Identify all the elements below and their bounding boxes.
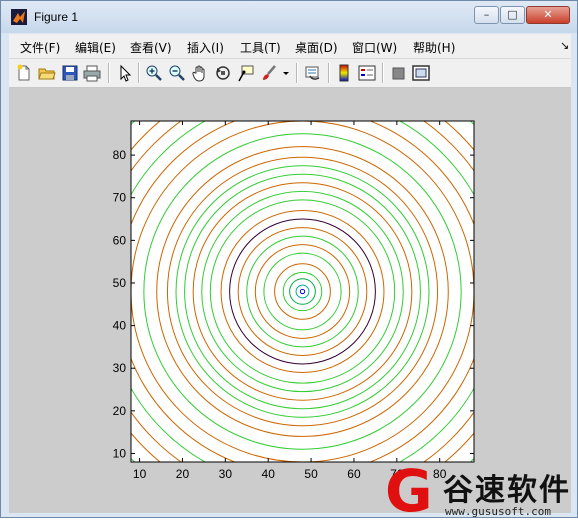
toolbar-separator <box>138 63 140 83</box>
x-tick-label: 30 <box>219 467 233 481</box>
menu-window[interactable]: 窗口(W) <box>352 39 397 56</box>
menu-bar: 文件(F) 编辑(E) 查看(V) 插入(I) 工具(T) 桌面(D) 窗口(W… <box>9 34 571 59</box>
contour-plot[interactable]: 10 20 30 40 50 60 70 801020304050607080 <box>9 88 571 513</box>
menu-insert[interactable]: 插入(I) <box>187 39 224 56</box>
menu-file[interactable]: 文件(F) <box>20 39 60 56</box>
zoom-in-icon[interactable] <box>145 64 163 82</box>
y-tick-label: 20 <box>113 404 127 418</box>
y-tick-label: 80 <box>113 148 127 162</box>
colorbar-icon[interactable] <box>335 64 353 82</box>
close-button[interactable]: ✕ <box>526 6 570 24</box>
figure-canvas: 10 20 30 40 50 60 70 80 10 20 30 40 50 60 70 80 <box>9 88 571 513</box>
menu-tools[interactable]: 工具(T) <box>240 39 281 56</box>
legend-icon[interactable] <box>358 64 376 82</box>
zoom-out-icon[interactable] <box>168 64 186 82</box>
toolbar-separator <box>108 63 110 83</box>
dock-figure-icon[interactable]: ↘ <box>560 39 569 52</box>
y-tick-label: 40 <box>113 319 127 333</box>
x-tick-label: 40 <box>262 467 276 481</box>
matlab-logo-icon <box>11 9 27 25</box>
data-cursor-icon[interactable] <box>237 64 255 82</box>
menu-help[interactable]: 帮助(H) <box>413 39 455 56</box>
x-tick-label: 50 <box>304 467 318 481</box>
show-plot-tools-icon[interactable] <box>412 64 430 82</box>
link-plot-icon[interactable] <box>304 64 322 82</box>
edit-plot-arrow-icon[interactable] <box>116 64 134 82</box>
brush-dropdown-icon[interactable] <box>281 64 291 82</box>
menu-view[interactable]: 查看(V) <box>130 39 172 56</box>
y-tick-label: 50 <box>113 276 127 290</box>
maximize-button[interactable]: □ <box>500 6 525 24</box>
watermark: G 谷速软件 www.gususoft.com <box>383 457 578 523</box>
axes-background <box>131 121 474 462</box>
y-tick-label: 30 <box>113 361 127 375</box>
watermark-url: www.gususoft.com <box>445 505 551 518</box>
new-figure-icon[interactable] <box>15 64 33 82</box>
watermark-text: 谷速软件 <box>443 473 571 508</box>
toolbar-separator <box>382 63 384 83</box>
print-icon[interactable] <box>83 64 101 82</box>
y-tick-label: 60 <box>113 233 127 247</box>
menu-edit[interactable]: 编辑(E) <box>75 39 116 56</box>
toolbar-separator <box>296 63 298 83</box>
x-tick-label: 20 <box>176 467 190 481</box>
y-tick-label: 70 <box>113 191 127 205</box>
save-icon[interactable] <box>61 64 79 82</box>
svg-text:G: G <box>385 463 433 519</box>
figure-toolbar <box>9 59 571 88</box>
rotate-3d-icon[interactable] <box>214 64 232 82</box>
x-tick-label: 60 <box>347 467 361 481</box>
hide-plot-tools-icon[interactable] <box>390 64 408 82</box>
title-bar[interactable]: Figure 1 – □ ✕ <box>1 1 577 33</box>
y-tick-label: 10 <box>113 446 127 460</box>
x-tick-label: 10 <box>133 467 147 481</box>
open-file-icon[interactable] <box>38 64 56 82</box>
watermark-logo-icon: G <box>385 457 433 523</box>
brush-icon[interactable] <box>260 64 278 82</box>
toolbar-separator <box>328 63 330 83</box>
window-title: Figure 1 <box>34 10 79 24</box>
pan-hand-icon[interactable] <box>191 64 209 82</box>
menu-desktop[interactable]: 桌面(D) <box>295 39 338 56</box>
minimize-button[interactable]: – <box>474 6 499 24</box>
figure-window: Figure 1 – □ ✕ 文件(F) 编辑(E) 查看(V) 插入(I) 工… <box>0 0 578 523</box>
